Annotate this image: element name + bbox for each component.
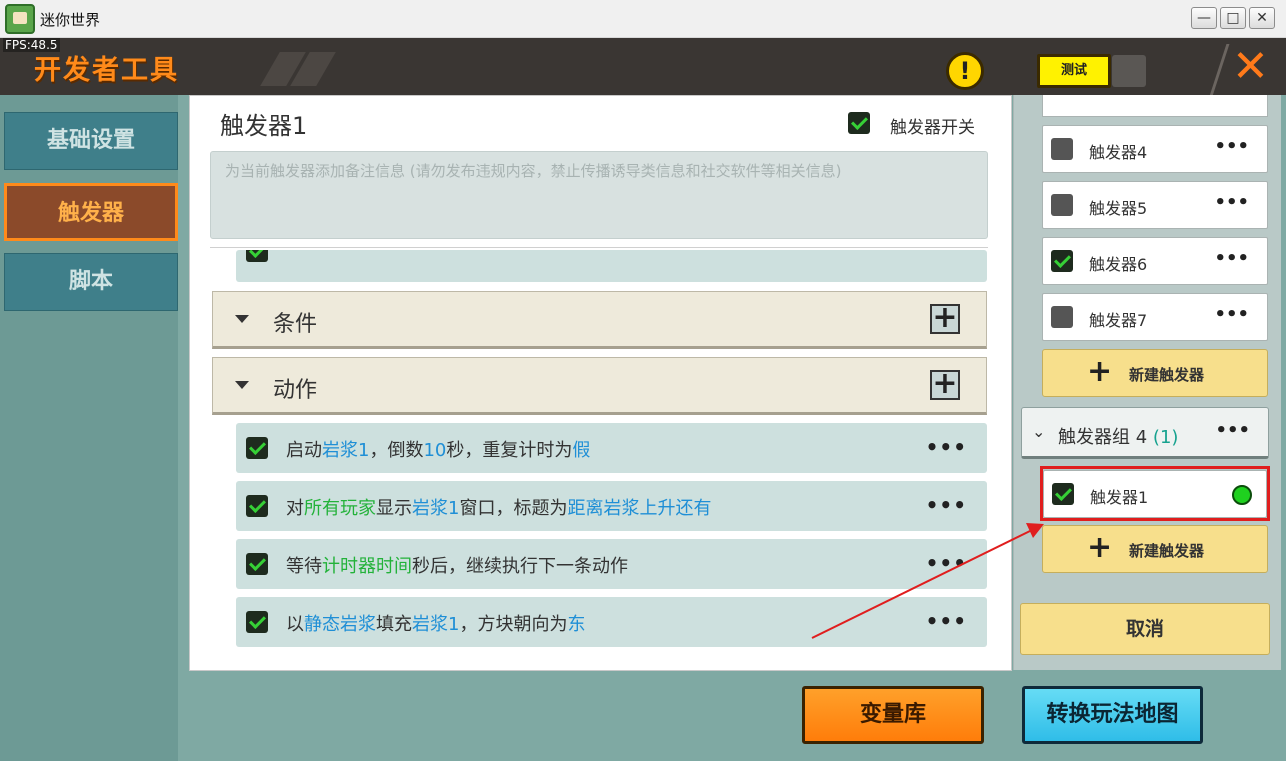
close-icon[interactable]: ✕ <box>1232 44 1269 90</box>
trigger-list-item[interactable]: 触发器6 ••• <box>1042 237 1268 285</box>
action-text[interactable]: 以静态岩浆填充岩浆1，方块朝向为东 <box>286 610 585 636</box>
trigger-switch-checkbox[interactable] <box>848 112 870 134</box>
minimize-button[interactable]: — <box>1191 7 1217 29</box>
collapse-arrow-icon <box>235 381 249 389</box>
action-text-segment: 等待 <box>286 556 322 577</box>
window-close-button[interactable]: ✕ <box>1249 7 1275 29</box>
more-options-icon[interactable]: ••• <box>1214 304 1249 325</box>
action-text-segment: 显示 <box>376 498 412 519</box>
trigger-group-label: 触发器组 4 (1) <box>1058 427 1179 448</box>
new-group-trigger-button[interactable]: + 新建触发器 <box>1042 525 1268 573</box>
new-trigger-label: 新建触发器 <box>1129 542 1205 560</box>
more-options-icon[interactable]: ••• <box>926 551 967 575</box>
variables-button[interactable]: 变量库 <box>802 686 984 744</box>
action-text-segment: 窗口，标题为 <box>459 498 568 519</box>
action-parameter[interactable]: 10 <box>423 440 446 461</box>
trigger-item-label: 触发器6 <box>1089 255 1148 274</box>
action-parameter[interactable]: 计时器时间 <box>322 556 412 577</box>
action-text-segment: 填充 <box>376 614 412 635</box>
convert-map-button[interactable]: 转换玩法地图 <box>1022 686 1203 744</box>
action-parameter[interactable]: 假 <box>572 440 590 461</box>
new-trigger-label: 新建触发器 <box>1129 366 1205 384</box>
page-title: 开发者工具 <box>34 55 179 86</box>
action-text-segment: ，方块朝向为 <box>459 614 568 635</box>
action-row[interactable]: 启动岩浆1，倒数10秒，重复计时为假 ••• <box>236 423 987 473</box>
action-parameter[interactable]: 静态岩浆 <box>304 614 376 635</box>
action-section-label: 动作 <box>273 378 318 403</box>
nav-item-basic-settings[interactable]: 基础设置 <box>4 112 178 170</box>
test-button[interactable]: 测试 <box>1037 54 1111 88</box>
trigger-list-item[interactable]: 触发器5 ••• <box>1042 181 1268 229</box>
trigger-note-placeholder: 为当前触发器添加备注信息 (请勿发布违规内容，禁止传播诱导类信息和社交软件等相关… <box>225 162 842 180</box>
trigger-item-checkbox[interactable] <box>1051 306 1073 328</box>
nav-item-scripts[interactable]: 脚本 <box>4 253 178 311</box>
trigger-item-checkbox[interactable] <box>1051 250 1073 272</box>
condition-section[interactable]: 条件 + <box>212 291 987 349</box>
trigger-item-label: 触发器7 <box>1089 311 1148 330</box>
event-row-clipped <box>236 250 987 282</box>
collapse-arrow-icon <box>235 315 249 323</box>
trigger-item-clipped <box>1042 95 1268 117</box>
action-text[interactable]: 等待计时器时间秒后，继续执行下一条动作 <box>286 552 628 578</box>
action-parameter[interactable]: 岩浆1 <box>322 440 369 461</box>
new-trigger-button[interactable]: + 新建触发器 <box>1042 349 1268 397</box>
action-text-segment: 秒后，继续执行下一条动作 <box>412 556 628 577</box>
action-section[interactable]: 动作 + <box>212 357 987 415</box>
trigger-item-label: 触发器4 <box>1089 143 1148 162</box>
action-text-segment: ，倒数 <box>369 440 424 461</box>
window-titlebar: 迷你世界 — □ ✕ <box>0 0 1286 38</box>
selection-highlight <box>1040 466 1270 521</box>
plus-icon: + <box>1087 530 1113 565</box>
action-checkbox[interactable] <box>246 495 268 517</box>
action-checkbox[interactable] <box>246 437 268 459</box>
plus-icon: + <box>1087 354 1113 389</box>
action-text-segment: 秒，重复计时为 <box>446 440 573 461</box>
more-options-icon[interactable]: ••• <box>1214 192 1249 213</box>
warning-icon[interactable]: ! <box>946 52 984 90</box>
divider <box>210 247 988 248</box>
trigger-switch-label: 触发器开关 <box>890 118 975 138</box>
action-text-segment: 以 <box>286 614 304 635</box>
action-parameter[interactable]: 岩浆1 <box>412 498 459 519</box>
cancel-button[interactable]: 取消 <box>1020 603 1270 655</box>
group-more-icon[interactable]: ••• <box>1215 420 1250 441</box>
trigger-item-label: 触发器5 <box>1089 199 1148 218</box>
action-text[interactable]: 启动岩浆1，倒数10秒，重复计时为假 <box>286 436 590 462</box>
action-checkbox[interactable] <box>246 553 268 575</box>
trigger-list-item[interactable]: 触发器7 ••• <box>1042 293 1268 341</box>
trigger-title: 触发器1 <box>220 112 308 140</box>
app-icon <box>5 4 35 34</box>
action-row[interactable]: 对所有玩家显示岩浆1窗口，标题为距离岩浆上升还有 ••• <box>236 481 987 531</box>
chevron-down-icon: ⌄ <box>1032 422 1046 441</box>
nav-item-triggers[interactable]: 触发器 <box>4 183 178 241</box>
test-toggle[interactable] <box>1112 55 1146 87</box>
trigger-group-header[interactable]: ⌄ 触发器组 4 (1) ••• <box>1021 407 1269 459</box>
maximize-button[interactable]: □ <box>1220 7 1246 29</box>
more-options-icon[interactable]: ••• <box>926 493 967 517</box>
add-action-button[interactable]: + <box>930 369 960 400</box>
more-options-icon[interactable]: ••• <box>926 609 967 633</box>
window-title: 迷你世界 <box>40 11 101 29</box>
action-checkbox[interactable] <box>246 611 268 633</box>
trigger-item-checkbox[interactable] <box>1051 194 1073 216</box>
trigger-item-checkbox[interactable] <box>1051 138 1073 160</box>
more-options-icon[interactable]: ••• <box>926 435 967 459</box>
fps-counter: FPS:48.5 <box>3 38 60 52</box>
action-text-segment: 启动 <box>286 440 322 461</box>
more-options-icon[interactable]: ••• <box>1214 248 1249 269</box>
action-parameter[interactable]: 岩浆1 <box>412 614 459 635</box>
action-row[interactable]: 等待计时器时间秒后，继续执行下一条动作 ••• <box>236 539 987 589</box>
add-condition-button[interactable]: + <box>930 303 960 334</box>
event-checkbox[interactable] <box>246 250 268 262</box>
action-row[interactable]: 以静态岩浆填充岩浆1，方块朝向为东 ••• <box>236 597 987 647</box>
action-parameter[interactable]: 东 <box>567 614 585 635</box>
action-parameter[interactable]: 所有玩家 <box>304 498 376 519</box>
more-options-icon[interactable]: ••• <box>1214 136 1249 157</box>
action-text-segment: 对 <box>286 498 304 519</box>
trigger-list-item[interactable]: 触发器4 ••• <box>1042 125 1268 173</box>
condition-section-label: 条件 <box>273 312 318 337</box>
action-text[interactable]: 对所有玩家显示岩浆1窗口，标题为距离岩浆上升还有 <box>286 494 711 520</box>
action-parameter[interactable]: 距离岩浆上升还有 <box>567 498 711 519</box>
